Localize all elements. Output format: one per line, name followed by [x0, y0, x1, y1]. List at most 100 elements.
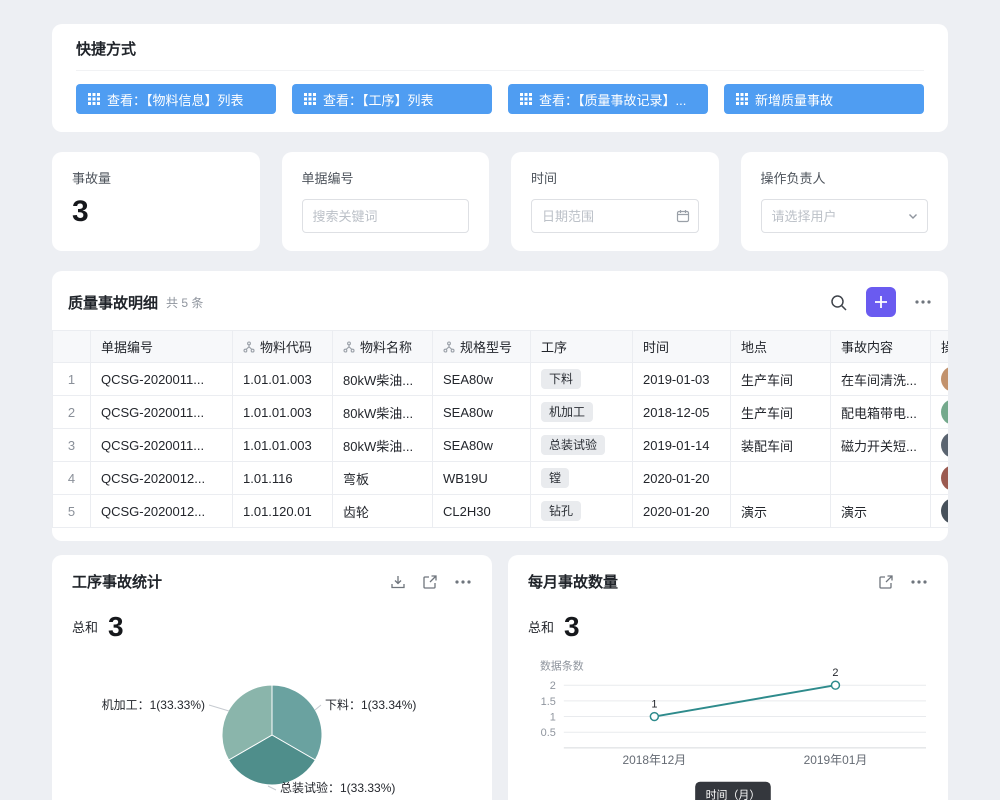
grid-icon [736, 93, 748, 105]
plus-icon [873, 294, 889, 310]
open-external-button[interactable] [878, 574, 894, 590]
search-button[interactable] [829, 293, 848, 312]
charts-row: 工序事故统计 总和 3 下料：1(33.34%)总装试验：1(33. [52, 555, 948, 800]
cell-time: 2019-01-03 [633, 363, 731, 396]
cell-spec: SEA80w [433, 363, 531, 396]
download-button[interactable] [390, 574, 406, 590]
table-row[interactable]: 2QCSG-2020011...1.01.01.00380kW柴油...SEA8… [53, 396, 949, 429]
data-point[interactable] [831, 681, 839, 689]
pie-label: 总装试验：1(33.33%) [280, 780, 395, 795]
cell-operator [931, 363, 949, 396]
x-tick-label: 2018年12月 [623, 753, 687, 767]
col-header-label: 单据编号 [101, 340, 153, 355]
pie-leader-line [268, 786, 276, 790]
col-header-spec[interactable]: 规格型号 [433, 331, 531, 363]
open-external-button[interactable] [422, 574, 438, 590]
cell-time: 2018-12-05 [633, 396, 731, 429]
more-icon [914, 293, 932, 311]
shortcut-view-material-list-button[interactable]: 查看：【物料信息】列表 [76, 84, 276, 114]
operator-filter-card: 操作负责人 [741, 152, 949, 251]
col-header-material-name[interactable]: 物料名称 [333, 331, 433, 363]
cell-time: 2020-01-20 [633, 495, 731, 528]
more-icon [454, 573, 472, 591]
row-index: 1 [53, 363, 91, 396]
col-header-process[interactable]: 工序 [531, 331, 633, 363]
col-header-material-code[interactable]: 物料代码 [233, 331, 333, 363]
cell-process: 下料 [531, 363, 633, 396]
data-point[interactable] [650, 713, 658, 721]
process-tag: 总装试验 [541, 435, 605, 455]
pie-leader-line [315, 705, 321, 710]
cell-operator [931, 495, 949, 528]
cell-place: 生产车间 [731, 396, 831, 429]
time-filter-card: 时间 [511, 152, 719, 251]
accident-count-card: 事故量 3 [52, 152, 260, 251]
add-record-button[interactable] [866, 287, 896, 317]
shortcut-button-label: 查看：【质量事故记录】... [539, 90, 686, 109]
cell-process: 镗 [531, 462, 633, 495]
y-tick-label: 0.5 [541, 727, 556, 739]
cell-material-code: 1.01.120.01 [233, 495, 333, 528]
col-header-content[interactable]: 事故内容 [831, 331, 931, 363]
shortcuts-card: 快捷方式 查看：【物料信息】列表 查看：【工序】列表 查看：【质量事故记录】..… [52, 24, 948, 132]
cell-place: 生产车间 [731, 363, 831, 396]
col-header-time[interactable]: 时间 [633, 331, 731, 363]
cell-content: 配电箱带电... [831, 396, 931, 429]
col-header-place[interactable]: 地点 [731, 331, 831, 363]
cell-material-name: 弯板 [333, 462, 433, 495]
row-index: 5 [53, 495, 91, 528]
cell-material-name: 80kW柴油... [333, 429, 433, 462]
operator-select[interactable] [761, 199, 929, 233]
cell-content: 磁力开关短... [831, 429, 931, 462]
col-header-label: 物料代码 [260, 337, 312, 356]
col-header-label: 操作负责人 [941, 340, 948, 355]
shortcut-button-label: 查看：【物料信息】列表 [107, 90, 244, 109]
line-chart: 数据条数0.511.5212018年12月22019年01月时间（月） [528, 651, 928, 800]
cell-material-name: 齿轮 [333, 495, 433, 528]
date-range-input[interactable] [531, 199, 699, 233]
cell-content: 演示 [831, 495, 931, 528]
process-accident-stats-card: 工序事故统计 总和 3 下料：1(33.34%)总装试验：1(33. [52, 555, 492, 800]
grid-icon [88, 93, 100, 105]
more-menu-button[interactable] [910, 573, 928, 591]
avatar [941, 498, 948, 524]
cell-material-name: 80kW柴油... [333, 363, 433, 396]
more-menu-button[interactable] [914, 293, 932, 311]
pie-chart-title: 工序事故统计 [72, 571, 162, 592]
shortcut-view-process-list-button[interactable]: 查看：【工序】列表 [292, 84, 492, 114]
cell-spec: WB19U [433, 462, 531, 495]
cell-operator [931, 396, 949, 429]
shortcut-button-label: 查看：【工序】列表 [323, 90, 434, 109]
table-row[interactable]: 5QCSG-2020012...1.01.120.01齿轮CL2H30钻孔202… [53, 495, 949, 528]
cell-content [831, 462, 931, 495]
col-header-label: 地点 [741, 340, 767, 355]
cell-place [731, 462, 831, 495]
row-index: 3 [53, 429, 91, 462]
table-row[interactable]: 1QCSG-2020011...1.01.01.00380kW柴油...SEA8… [53, 363, 949, 396]
shortcut-add-quality-accident-button[interactable]: 新增质量事故 [724, 84, 924, 114]
col-header-operator[interactable]: 操作负责人 [931, 331, 949, 363]
doc-no-search-input[interactable] [302, 199, 470, 233]
cell-process: 机加工 [531, 396, 633, 429]
col-header-label: 时间 [643, 340, 669, 355]
cell-material-code: 1.01.01.003 [233, 429, 333, 462]
external-link-icon [878, 574, 894, 590]
download-icon [390, 574, 406, 590]
shortcut-button-label: 新增质量事故 [755, 90, 833, 109]
cell-doc-no: QCSG-2020011... [91, 429, 233, 462]
table-row[interactable]: 3QCSG-2020011...1.01.01.00380kW柴油...SEA8… [53, 429, 949, 462]
cell-material-code: 1.01.01.003 [233, 363, 333, 396]
more-menu-button[interactable] [454, 573, 472, 591]
col-header-doc-no[interactable]: 单据编号 [91, 331, 233, 363]
series-name-label: 数据条数 [540, 658, 584, 672]
table-row[interactable]: 4QCSG-2020012...1.01.116弯板WB19U镗2020-01-… [53, 462, 949, 495]
shortcut-view-quality-records-button[interactable]: 查看：【质量事故记录】... [508, 84, 708, 114]
table-scroll-area[interactable]: 单据编号 物料代码 物料名称 规格型号 工序 时间 地点 事故内容 操作负责人 … [52, 330, 948, 528]
monthly-accident-count-card: 每月事故数量 总和 3 数据条数0.511.5212018年12月22019年0… [508, 555, 948, 800]
process-tag: 下料 [541, 369, 581, 389]
filters-row: 事故量 3 单据编号 时间 操作负责人 [52, 152, 948, 251]
y-tick-label: 2 [550, 680, 556, 692]
x-tick-label: 2019年01月 [804, 753, 868, 767]
accident-detail-card: 质量事故明细 共 5 条 [52, 271, 948, 541]
cell-material-code: 1.01.116 [233, 462, 333, 495]
